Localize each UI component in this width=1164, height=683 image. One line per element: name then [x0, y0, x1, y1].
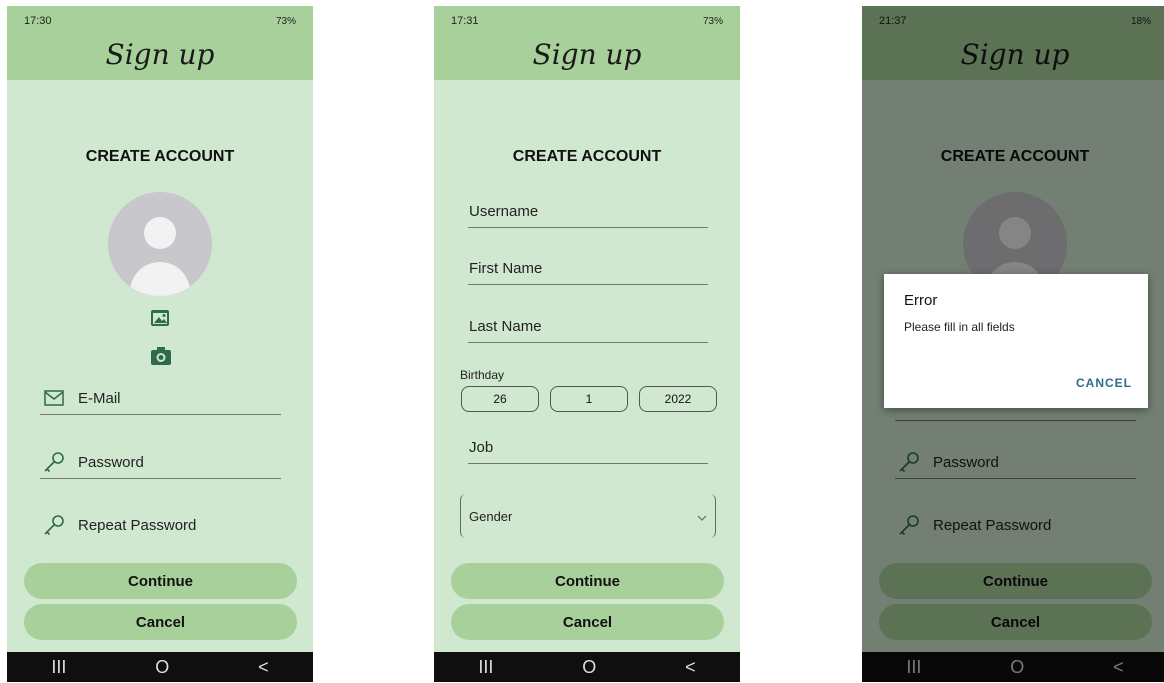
- status-time: 17:31: [451, 15, 479, 27]
- birthday-day-input[interactable]: 26: [461, 386, 539, 412]
- home-button[interactable]: O: [155, 657, 169, 678]
- key-icon: [42, 513, 66, 537]
- email-placeholder: E-Mail: [78, 389, 121, 407]
- status-bar: 17:31 73%: [451, 14, 723, 28]
- chevron-down-icon: [697, 509, 707, 524]
- mail-icon: [42, 386, 66, 410]
- first-name-field[interactable]: First Name: [468, 252, 708, 285]
- job-placeholder: Job: [469, 438, 494, 456]
- status-bar: 17:30 73%: [24, 14, 296, 28]
- page-title: Sign up: [532, 38, 642, 71]
- error-dialog: Error Please fill in all fields CANCEL: [884, 274, 1148, 408]
- continue-button[interactable]: Continue: [451, 563, 724, 599]
- create-account-heading: CREATE ACCOUNT: [85, 148, 235, 165]
- cancel-button[interactable]: Cancel: [24, 604, 297, 640]
- battery-level: 73%: [275, 15, 296, 27]
- birthday-month-input[interactable]: 1: [550, 386, 628, 412]
- recent-apps-button[interactable]: III: [51, 657, 66, 678]
- recent-apps-button[interactable]: III: [478, 657, 493, 678]
- last-name-field[interactable]: Last Name: [468, 310, 708, 343]
- dialog-cancel-button[interactable]: CANCEL: [1076, 376, 1132, 390]
- home-button[interactable]: O: [582, 657, 596, 678]
- gender-select[interactable]: Gender: [460, 494, 716, 538]
- password-field[interactable]: Password: [40, 446, 281, 479]
- status-time: 17:30: [24, 15, 52, 27]
- password-placeholder: Password: [78, 453, 144, 471]
- username-field[interactable]: Username: [468, 195, 708, 228]
- username-placeholder: Username: [469, 202, 539, 220]
- camera-icon[interactable]: [149, 344, 173, 368]
- system-nav-bar: III O <: [434, 652, 740, 682]
- email-field[interactable]: E-Mail: [40, 382, 281, 415]
- avatar-body: [130, 262, 190, 296]
- page-title: Sign up: [105, 38, 215, 71]
- battery-level: 73%: [702, 15, 723, 27]
- system-nav-bar: III O <: [7, 652, 313, 682]
- repeat-password-placeholder: Repeat Password: [78, 516, 197, 534]
- cancel-button[interactable]: Cancel: [451, 604, 724, 640]
- create-account-heading: CREATE ACCOUNT: [512, 148, 662, 165]
- repeat-password-field[interactable]: Repeat Password: [40, 509, 281, 541]
- image-gallery-icon[interactable]: [149, 306, 173, 330]
- signup-screen-3: 21:37 18% Sign up CREATE ACCOUNT Passwor…: [862, 6, 1164, 682]
- first-name-placeholder: First Name: [469, 259, 543, 277]
- signup-screen-1: 17:30 73% Sign up CREATE ACCOUNT E-Mail …: [7, 6, 313, 682]
- birthday-year-input[interactable]: 2022: [639, 386, 717, 412]
- dialog-title: Error: [904, 292, 938, 309]
- gender-placeholder: Gender: [469, 508, 513, 524]
- dialog-message: Please fill in all fields: [904, 320, 1015, 334]
- signup-screen-2: 17:31 73% Sign up CREATE ACCOUNT Usernam…: [434, 6, 740, 682]
- back-button[interactable]: <: [685, 657, 696, 678]
- back-button[interactable]: <: [258, 657, 269, 678]
- birthday-label: Birthday: [460, 368, 505, 382]
- app-bar: 17:30 73% Sign up: [7, 6, 313, 80]
- continue-button[interactable]: Continue: [24, 563, 297, 599]
- job-field[interactable]: Job: [468, 431, 708, 464]
- key-icon: [42, 450, 66, 474]
- app-bar: 17:31 73% Sign up: [434, 6, 740, 80]
- last-name-placeholder: Last Name: [469, 317, 542, 335]
- avatar-head: [144, 217, 176, 249]
- profile-avatar[interactable]: [108, 192, 212, 296]
